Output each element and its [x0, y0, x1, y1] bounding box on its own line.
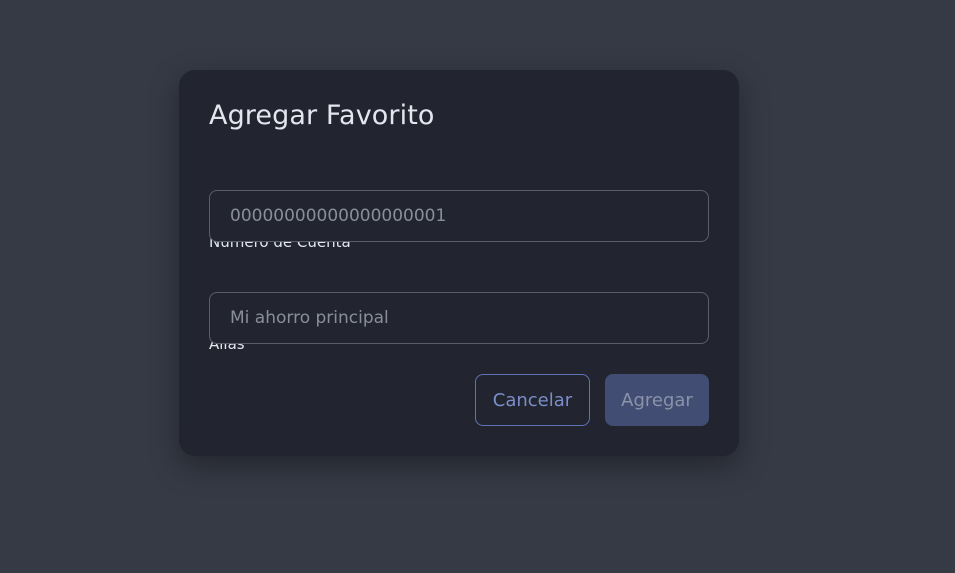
add-button[interactable]: Agregar: [605, 374, 709, 426]
alias-input[interactable]: [209, 292, 709, 344]
cancel-button[interactable]: Cancelar: [475, 374, 590, 426]
dialog-title: Agregar Favorito: [209, 100, 435, 131]
account-number-input[interactable]: [209, 190, 709, 242]
add-favorite-dialog: Agregar Favorito Número de Cuenta Alias …: [179, 70, 739, 456]
